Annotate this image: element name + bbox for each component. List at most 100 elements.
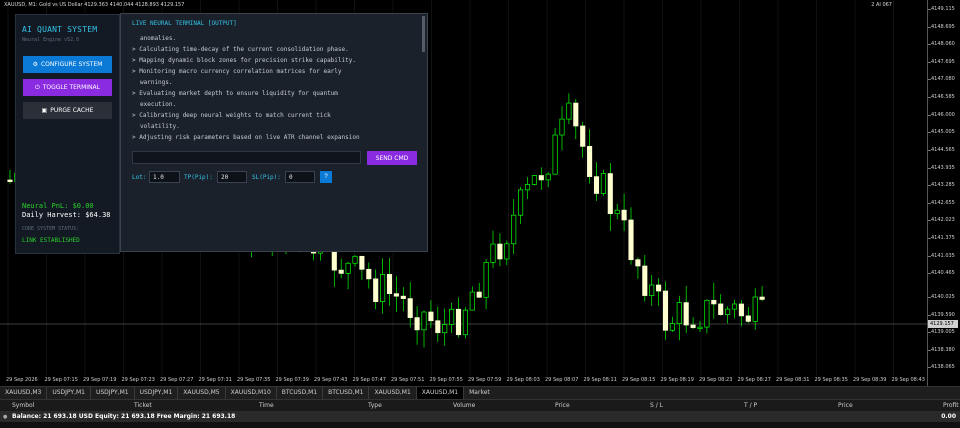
candle-body: [518, 189, 524, 216]
price-label: 4146.585: [931, 94, 955, 100]
trash-icon: ▣: [41, 107, 48, 114]
daily-harvest: Daily Harvest: $64.38: [22, 211, 111, 219]
price-label: 4146.000: [931, 112, 955, 118]
col-type[interactable]: Type: [368, 402, 382, 409]
candle-body: [690, 324, 696, 328]
symbol-tab[interactable]: XAUUSD,M1: [416, 387, 465, 399]
candle-body: [373, 278, 379, 303]
candle-body: [462, 309, 468, 336]
send-cmd-button[interactable]: SEND CMD: [367, 151, 417, 165]
symbol-tab[interactable]: XAUUSD,M3: [0, 387, 48, 399]
col-profit[interactable]: Profit: [943, 402, 959, 409]
candle-body: [366, 268, 372, 280]
col-symbol[interactable]: Symbol: [12, 402, 34, 409]
symbol-tab[interactable]: Market: [464, 387, 495, 399]
time-label: 29 Sep 08:19: [660, 377, 694, 383]
candle-body: [338, 269, 344, 274]
neural-pnl: Neural PnL: $0.00: [22, 202, 94, 210]
symbol-tab[interactable]: USDJPY,M1: [91, 387, 135, 399]
symbol-tab[interactable]: XAUUSD,M5: [178, 387, 226, 399]
ai-control-panel: AI QUANT SYSTEM Neural Engine v52.0 ⚙ CO…: [15, 14, 120, 254]
candle-body: [476, 291, 482, 298]
col-ticket[interactable]: Ticket: [134, 402, 152, 409]
candle-body: [345, 262, 351, 274]
candle-body: [725, 308, 731, 315]
time-label: 29 Sep 07:47: [352, 377, 386, 383]
terminal-log-line: warnings.: [140, 79, 173, 86]
balance-bullet-icon: ●: [3, 414, 8, 420]
candle-body: [745, 315, 751, 322]
toggle-terminal-button[interactable]: ⏻ TOGGLE TERMINAL: [23, 79, 112, 96]
price-label: 4149.115: [931, 6, 955, 12]
terminal-scrollbar[interactable]: [422, 16, 425, 52]
sl-input[interactable]: [285, 171, 315, 183]
price-label: 4147.080: [931, 76, 955, 82]
price-label: 4148.695: [931, 24, 955, 30]
candle-body: [442, 324, 448, 334]
lot-label: Lot:: [132, 174, 147, 181]
time-label: 29 Sep 07:39: [275, 377, 309, 383]
terminal-log-line: anomalies.: [140, 35, 177, 42]
terminal-log-line: > Mapping dynamic block zones for precis…: [132, 57, 356, 64]
tp-input[interactable]: [217, 171, 247, 183]
col-time[interactable]: Time: [259, 402, 274, 409]
balance-row[interactable]: ● Balance: 21 693.18 USD Equity: 21 693.…: [0, 411, 960, 422]
sl-label: SL(Pip):: [252, 174, 281, 181]
candle-body: [718, 303, 724, 315]
candle-body: [593, 176, 600, 194]
candle-body: [552, 134, 558, 175]
col-tp[interactable]: T / P: [744, 402, 757, 409]
col-price[interactable]: Price: [555, 402, 570, 409]
candle-body: [573, 102, 579, 127]
symbol-tab[interactable]: XAUUSD,M10: [226, 387, 277, 399]
price-label: 4140.465: [931, 270, 955, 276]
candle-body: [393, 293, 399, 297]
lot-input[interactable]: [149, 171, 180, 183]
col-volume[interactable]: Volume: [453, 402, 475, 409]
price-label: 4138.065: [931, 364, 955, 370]
balance-text: Balance: 21 693.18 USD Equity: 21 693.18…: [12, 413, 236, 420]
command-input[interactable]: [132, 151, 361, 164]
symbol-tab[interactable]: USDJPY,M1: [47, 387, 91, 399]
candle-body: [711, 299, 717, 305]
time-label: 29 Sep 08:27: [737, 377, 771, 383]
candle-body: [607, 173, 613, 214]
col-price-current[interactable]: Price: [838, 402, 853, 409]
candle-body: [559, 118, 565, 136]
balance-profit: 0.00: [941, 413, 956, 420]
candle-body: [400, 295, 406, 299]
candle-body: [649, 284, 655, 296]
purge-cache-button[interactable]: ▣ PURGE CACHE: [23, 102, 112, 119]
candle-body: [380, 274, 386, 303]
link-status: LINK ESTABLISHED: [22, 237, 80, 244]
time-label: 29 Sep 07:19: [83, 377, 117, 383]
terminal-log-line: execution.: [140, 101, 177, 108]
price-label: 4145.005: [931, 129, 955, 135]
candle-body: [469, 291, 475, 311]
candle-body: [731, 303, 738, 310]
time-label: 29 Sep 08:35: [814, 377, 848, 383]
configure-system-button[interactable]: ⚙ CONFIGURE SYSTEM: [23, 56, 112, 73]
symbol-tab[interactable]: XAUUSD,M1: [369, 387, 417, 399]
time-label: 29 Sep 07:23: [121, 377, 155, 383]
price-label: 4139.005: [931, 329, 955, 335]
time-label: 29 Sep 07:15: [44, 377, 78, 383]
symbol-tab[interactable]: USDJPY,M1: [135, 387, 179, 399]
candle-body: [407, 298, 413, 318]
col-sl[interactable]: S / L: [650, 402, 663, 409]
chart-header: XAUUSD, M1: Gold vs US Dollar 4129.363 4…: [4, 2, 185, 8]
candle-body: [7, 179, 13, 182]
candle-body: [421, 311, 427, 331]
help-button[interactable]: ?: [320, 171, 332, 183]
time-label: 29 Sep 2026: [6, 377, 38, 383]
symbol-tab[interactable]: BTCUSD,M1: [323, 387, 370, 399]
gear-icon: ⚙: [32, 61, 38, 68]
symbol-tabs: XAUUSD,M3 USDJPY,M1 USDJPY,M1 USDJPY,M1 XAUU…: [0, 386, 960, 399]
price-label: 4148.060: [931, 41, 955, 47]
ai-panel-subtitle: Neural Engine v52.0: [22, 37, 80, 43]
candle-body: [524, 184, 531, 191]
time-label: 29 Sep 07:27: [160, 377, 194, 383]
time-label: 29 Sep 07:43: [314, 377, 348, 383]
symbol-tab[interactable]: BTCUSD,M1: [277, 387, 324, 399]
candle-body: [697, 326, 703, 329]
